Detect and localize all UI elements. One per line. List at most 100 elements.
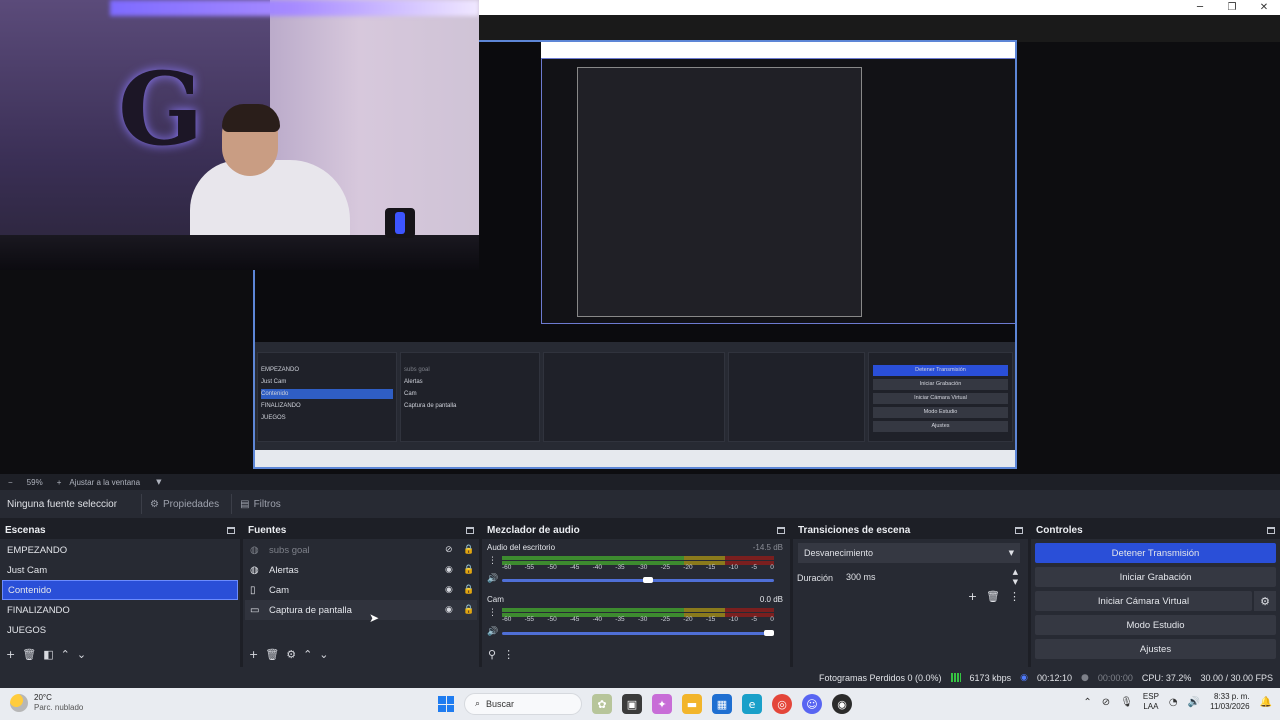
weather-widget[interactable]: 20°C Parc. nublado	[10, 693, 83, 713]
clock[interactable]: 8:33 p. m. 11/03/2026	[1210, 692, 1249, 712]
eye-hidden-icon[interactable]: ⊘	[445, 545, 453, 555]
eye-icon[interactable]: ◉	[445, 605, 453, 615]
copilot-icon[interactable]: ✦	[652, 694, 672, 714]
undock-icon[interactable]	[1267, 526, 1275, 534]
spin-down-icon[interactable]: ▼	[1013, 578, 1018, 586]
lock-icon[interactable]: 🔒	[463, 585, 474, 595]
scene-item-juegos[interactable]: JUEGOS	[2, 620, 238, 640]
monitor-icon: ▭	[250, 604, 260, 616]
obs-icon[interactable]: ◉	[832, 694, 852, 714]
undock-icon[interactable]	[227, 526, 235, 534]
spin-up-icon[interactable]: ▲	[1013, 568, 1018, 576]
widgets-icon[interactable]: ✿	[592, 694, 612, 714]
taskbar-search[interactable]: ⌕ Buscar	[464, 693, 582, 715]
chevron-down-icon[interactable]: ▼	[156, 478, 161, 486]
speaker-icon[interactable]: 🔊	[487, 574, 498, 584]
task-view-icon[interactable]: ▣	[622, 694, 642, 714]
volume-icon[interactable]: 🔊	[1188, 697, 1200, 708]
sources-dock-header: Fuentes	[243, 521, 479, 539]
trash-icon[interactable]: 🗑	[265, 648, 279, 661]
trash-icon[interactable]: 🗑	[22, 648, 36, 661]
volume-slider-handle[interactable]	[643, 577, 654, 583]
add-icon[interactable]: +	[968, 590, 977, 603]
start-virtual-camera-button[interactable]: Iniciar Cámara Virtual	[1035, 591, 1252, 611]
scene-item-contenido[interactable]: Contenido	[2, 580, 238, 600]
chevron-up-icon[interactable]: ⌃	[1083, 697, 1091, 708]
scenes-toolbar: + 🗑 ◧ ⌃ ⌄	[0, 645, 240, 663]
zoom-in-button[interactable]: +	[57, 478, 62, 487]
trash-icon[interactable]: 🗑	[986, 590, 1000, 603]
store-icon[interactable]: ▦	[712, 694, 732, 714]
filters-label: Filtros	[253, 498, 281, 510]
signal-icon	[950, 673, 961, 682]
chrome-icon[interactable]: ◎	[772, 694, 792, 714]
undock-icon[interactable]	[466, 526, 474, 534]
meter-tick-label: -35	[615, 616, 625, 623]
lock-icon[interactable]: 🔒	[463, 565, 474, 575]
source-item-cam[interactable]: ▯ Cam ◉ 🔒	[245, 580, 477, 600]
kebab-menu-icon[interactable]: ⋮	[503, 648, 514, 661]
move-down-icon[interactable]: ⌄	[319, 648, 328, 661]
start-recording-button[interactable]: Iniciar Grabación	[1035, 567, 1276, 587]
discord-icon[interactable]: ☺	[802, 694, 822, 714]
source-item-captura[interactable]: ▭ Captura de pantalla ◉ 🔒	[245, 600, 477, 620]
network-off-icon[interactable]: ⊘	[1102, 697, 1110, 708]
studio-mode-button[interactable]: Modo Estudio	[1035, 615, 1276, 635]
wifi-icon[interactable]: ◔	[1169, 697, 1178, 708]
lock-icon[interactable]: 🔒	[463, 605, 474, 615]
gear-icon[interactable]: ⚙	[286, 648, 296, 661]
add-icon[interactable]: +	[249, 648, 258, 661]
scene-item-empezando[interactable]: EMPEZANDO	[2, 540, 238, 560]
move-up-icon[interactable]: ⌃	[303, 648, 312, 661]
microphone-icon[interactable]: 🎙	[1120, 697, 1133, 708]
preview-top-strip	[479, 15, 1280, 42]
scene-item-just-cam[interactable]: Just Cam	[2, 560, 238, 580]
channel-name: Cam	[487, 595, 504, 604]
file-explorer-icon[interactable]: ▬	[682, 694, 702, 714]
notification-bell-icon[interactable]: 🔔	[1260, 697, 1272, 708]
scene-item-finalizando[interactable]: FINALIZANDO	[2, 600, 238, 620]
volume-slider[interactable]	[502, 630, 774, 636]
volume-slider[interactable]	[502, 577, 774, 583]
source-label: Captura de pantalla	[269, 604, 352, 616]
meter-tick-label: -25	[660, 564, 670, 571]
minimize-icon[interactable]: ─	[1184, 0, 1216, 15]
kebab-menu-icon[interactable]: ⋮	[1009, 590, 1020, 603]
volume-slider-handle[interactable]	[764, 630, 774, 636]
kebab-menu-icon[interactable]: ⋮	[488, 608, 497, 618]
transition-select[interactable]: Desvanecimiento ▼	[798, 543, 1020, 563]
windows-start-icon[interactable]	[438, 696, 454, 712]
fit-window-label[interactable]: Ajustar a la ventana	[69, 478, 140, 487]
language-indicator[interactable]: ESP LAA	[1143, 692, 1159, 712]
system-tray: ⌃ ⊘ 🎙 ESP LAA ◔ 🔊 8:33 p. m. 11/03/2026 …	[1083, 692, 1272, 712]
lock-icon[interactable]: 🔒	[463, 545, 474, 555]
eye-icon[interactable]: ◉	[445, 565, 453, 575]
link-icon[interactable]: ⚲	[488, 648, 496, 661]
duration-input[interactable]: 300 ms	[841, 567, 1006, 587]
virtual-camera-settings-button[interactable]: ⚙	[1254, 591, 1276, 611]
meter-tick-label: -55	[524, 616, 535, 623]
meter-ticks: -60 -55 -50 -45 -40 -35 -30 -25 -20 -15 -10 -5 0	[502, 564, 774, 571]
scene-label: FINALIZANDO	[7, 604, 70, 616]
kebab-menu-icon[interactable]: ⋮	[488, 556, 497, 566]
zoom-out-button[interactable]: −	[8, 478, 13, 487]
close-icon[interactable]: ✕	[1248, 0, 1280, 15]
eye-icon[interactable]: ◉	[445, 585, 453, 595]
stop-stream-button[interactable]: Detener Transmisión	[1035, 543, 1276, 563]
settings-button[interactable]: Ajustes	[1035, 639, 1276, 659]
speaker-icon[interactable]: 🔊	[487, 627, 498, 637]
undock-icon[interactable]	[1015, 526, 1023, 534]
add-icon[interactable]: +	[6, 648, 15, 661]
move-up-icon[interactable]: ⌃	[61, 648, 70, 661]
move-down-icon[interactable]: ⌄	[77, 648, 86, 661]
restore-icon[interactable]: ❐	[1216, 0, 1248, 15]
gear-icon: ⚙	[150, 498, 159, 510]
source-item-subs-goal[interactable]: ◍ subs goal ⊘ 🔒	[245, 540, 477, 560]
properties-button[interactable]: ⚙ Propiedades	[141, 494, 227, 514]
filters-button[interactable]: ▤ Filtros	[231, 494, 289, 514]
file-icon: ▯	[250, 584, 256, 596]
scene-filters-icon[interactable]: ◧	[43, 648, 53, 661]
undock-icon[interactable]	[777, 526, 785, 534]
edge-icon[interactable]: e	[742, 694, 762, 714]
source-item-alertas[interactable]: ◍ Alertas ◉ 🔒	[245, 560, 477, 580]
